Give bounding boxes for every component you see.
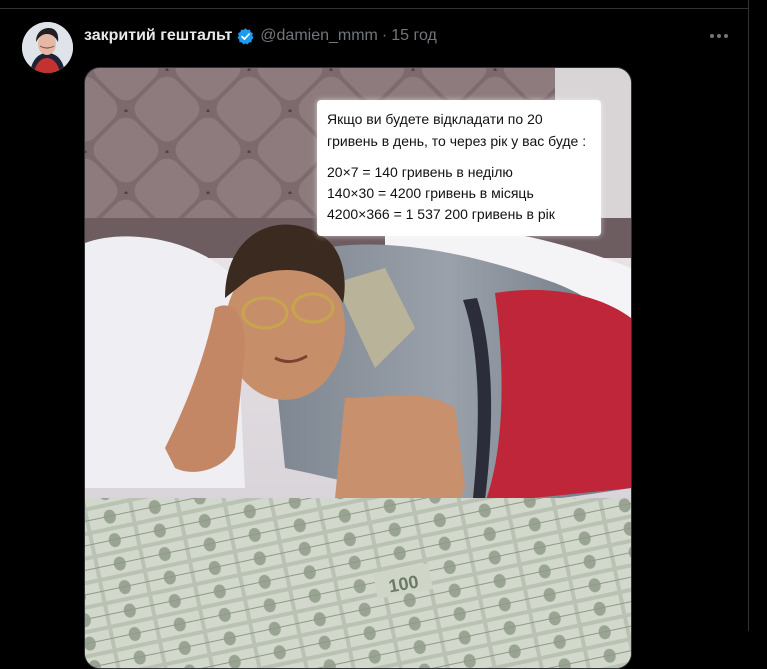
savings-note: Якщо ви будете відкладати по 20 гривень …: [317, 100, 601, 236]
separator-dot: ·: [381, 27, 388, 44]
tweet-media[interactable]: 100 Якщо ви будете відкладати по 20 грив…: [84, 67, 632, 669]
note-line-yearly: 4200×366 = 1 537 200 гривень в рік: [327, 206, 555, 222]
timestamp[interactable]: 15 год: [391, 27, 437, 45]
verified-badge-icon: [236, 27, 255, 46]
note-line-monthly: 140×30 = 4200 гривень в місяць: [327, 185, 534, 201]
avatar[interactable]: [22, 22, 73, 73]
handle[interactable]: @damien_mmm: [260, 27, 378, 45]
more-options-icon[interactable]: [706, 26, 732, 46]
timeline-divider: [0, 8, 748, 9]
tweet-header: закритий гештальт @damien_mmm · 15 год: [84, 26, 437, 46]
display-name[interactable]: закритий гештальт: [84, 27, 232, 45]
column-border: [748, 0, 749, 631]
note-line-weekly: 20×7 = 140 гривень в неділю: [327, 164, 513, 180]
note-intro: Якщо ви будете відкладати по 20 гривень …: [327, 111, 587, 149]
